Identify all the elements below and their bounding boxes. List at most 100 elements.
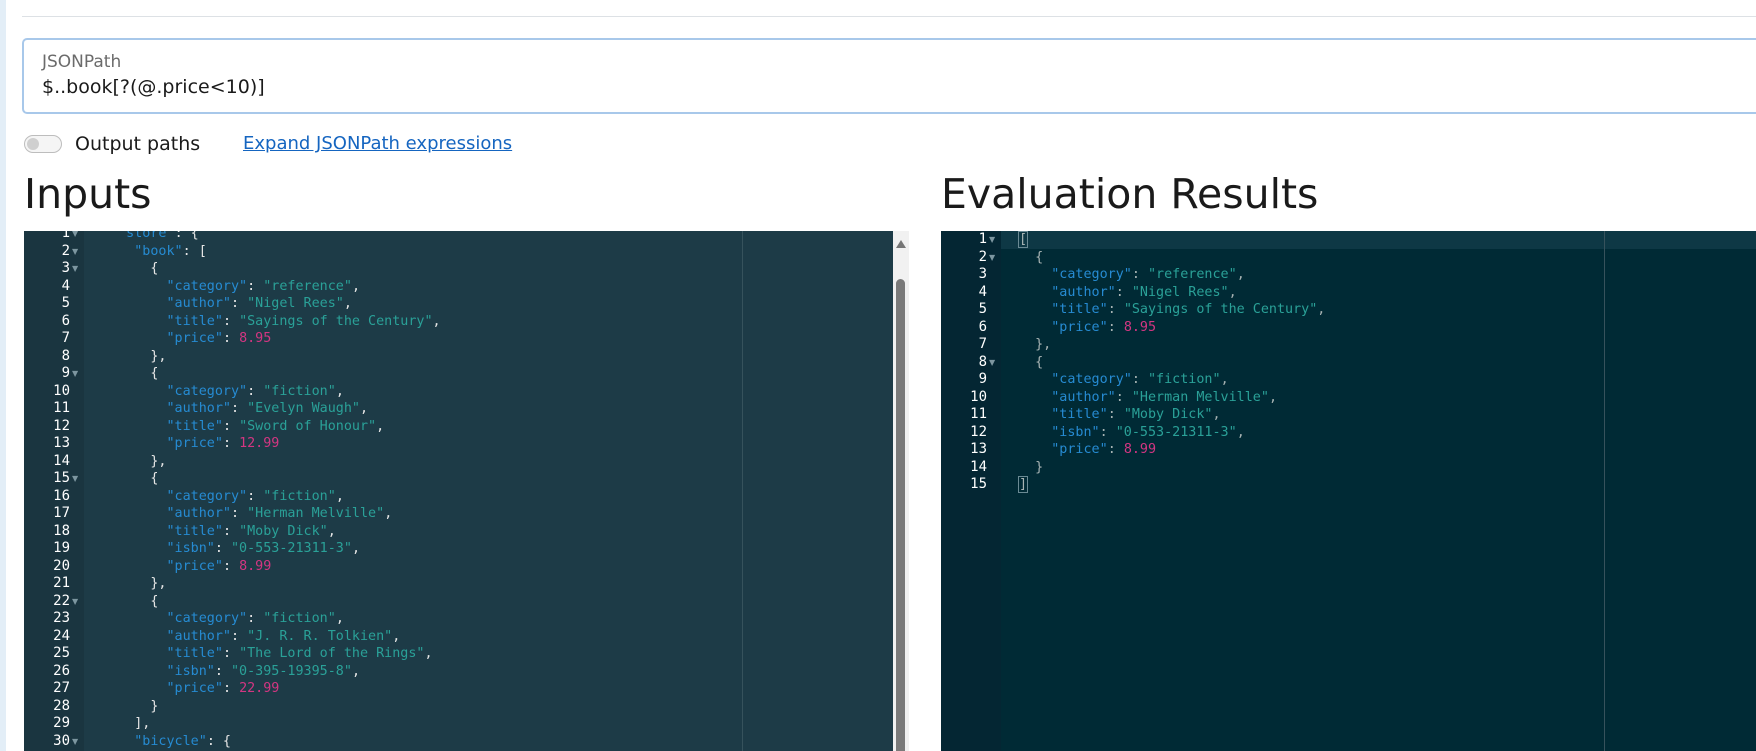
fold-arrow-icon[interactable]: ▼ <box>72 593 82 611</box>
code-line[interactable]: 13 "price": 8.99 <box>941 441 1756 459</box>
code-text: "title": "Sayings of the Century", <box>1019 301 1325 319</box>
expand-jsonpath-link[interactable]: Expand JSONPath expressions <box>243 133 512 154</box>
code-text: "author": "Nigel Rees", <box>1019 284 1236 302</box>
fold-arrow-icon[interactable]: ▼ <box>72 260 82 278</box>
scroll-up-arrow-icon[interactable] <box>896 240 906 248</box>
line-number: 9 <box>61 365 70 381</box>
code-line[interactable]: 18 "title": "Moby Dick", <box>24 523 893 541</box>
code-line[interactable]: 30 ▼ "bicycle": { <box>24 733 893 751</box>
code-line[interactable]: 11 "title": "Moby Dick", <box>941 406 1756 424</box>
line-number: 30 <box>53 732 70 749</box>
code-line[interactable]: 1 ▼ "store": { <box>24 231 893 243</box>
code-line[interactable]: 6 "title": "Sayings of the Century", <box>24 313 893 331</box>
code-line[interactable]: 3 "category": "reference", <box>941 266 1756 284</box>
code-line[interactable]: 15] <box>941 476 1756 494</box>
json-key: "title" <box>166 523 223 539</box>
code-line[interactable]: 5 "author": "Nigel Rees", <box>24 295 893 313</box>
code-text: "author": "J. R. R. Tolkien", <box>102 628 401 646</box>
code-line[interactable]: 12 "title": "Sword of Honour", <box>24 418 893 436</box>
json-key: "isbn" <box>166 663 215 679</box>
code-line[interactable]: 8 }, <box>24 348 893 366</box>
json-punctuation: : <box>222 646 240 661</box>
code-text: "isbn": "0-395-19395-8", <box>102 663 361 681</box>
code-line[interactable]: 2 ▼ "book": [ <box>24 243 893 261</box>
json-punctuation: [ <box>1017 231 1029 248</box>
code-line[interactable]: 20 "price": 8.99 <box>24 558 893 576</box>
json-punctuation <box>102 401 167 416</box>
line-number: 6 <box>61 312 70 329</box>
code-text: { <box>1019 249 1043 267</box>
line-number: 8 <box>61 347 70 364</box>
code-line[interactable]: 19 "isbn": "0-553-21311-3", <box>24 540 893 558</box>
json-punctuation: : <box>222 523 240 539</box>
results-editor[interactable]: 1 ▼[2 ▼ {3 "category": "reference", 4 "auth… <box>941 231 1756 751</box>
code-line[interactable]: 24 "author": "J. R. R. Tolkien", <box>24 628 893 646</box>
fold-arrow-icon[interactable]: ▼ <box>72 365 82 383</box>
json-punctuation: : [ <box>182 243 207 259</box>
code-line[interactable]: 7 "price": 8.95 <box>24 330 893 348</box>
code-line[interactable]: 7 }, <box>941 336 1756 354</box>
code-line[interactable]: 2 ▼ { <box>941 249 1756 267</box>
scrollbar-thumb[interactable] <box>896 279 905 751</box>
json-string: "0-553-21311-3" <box>1115 424 1237 440</box>
code-line[interactable]: 21 }, <box>24 575 893 593</box>
json-key: "author" <box>166 296 232 311</box>
code-line[interactable]: 10 "category": "fiction", <box>24 383 893 401</box>
json-punctuation: : <box>222 313 240 329</box>
output-paths-toggle[interactable] <box>24 135 62 153</box>
code-line[interactable]: 28 } <box>24 698 893 716</box>
json-punctuation: , <box>327 523 336 539</box>
code-line[interactable]: 25 "title": "The Lord of the Rings", <box>24 645 893 663</box>
code-line[interactable]: 9 "category": "fiction", <box>941 371 1756 389</box>
json-key: "category" <box>166 278 248 294</box>
code-line[interactable]: 14 }, <box>24 453 893 471</box>
code-line[interactable]: 22 ▼ { <box>24 593 893 611</box>
code-line[interactable]: 13 "price": 12.99 <box>24 435 893 453</box>
json-punctuation: : <box>214 663 231 679</box>
fold-arrow-icon[interactable]: ▼ <box>72 243 82 261</box>
code-line[interactable]: 23 "category": "fiction", <box>24 610 893 628</box>
fold-arrow-icon[interactable]: ▼ <box>72 231 82 243</box>
fold-arrow-icon[interactable]: ▼ <box>989 354 999 372</box>
code-text: "store": { <box>102 231 199 243</box>
jsonpath-input[interactable] <box>40 74 1744 100</box>
code-line[interactable]: 1 ▼ [ <box>941 231 1756 249</box>
code-line[interactable]: 3 ▼ { <box>24 260 893 278</box>
json-punctuation <box>102 629 167 644</box>
json-punctuation: }, <box>102 348 167 364</box>
code-line[interactable]: 5 "title": "Sayings of the Century", <box>941 301 1756 319</box>
code-line[interactable]: 11 "author": "Evelyn Waugh", <box>24 400 893 418</box>
json-punctuation: : { <box>206 733 231 749</box>
code-line[interactable]: 27 "price": 22.99 <box>24 680 893 698</box>
json-string: "fiction" <box>1148 372 1221 387</box>
code-line[interactable]: 4 "category": "reference", <box>24 278 893 296</box>
code-line[interactable]: 12 "isbn": "0-553-21311-3", <box>941 424 1756 442</box>
code-line[interactable]: 17 "author": "Herman Melville", <box>24 505 893 523</box>
code-line[interactable]: 8 ▼ { <box>941 354 1756 372</box>
code-line[interactable]: 14 } <box>941 459 1756 477</box>
line-number: 12 <box>970 423 987 440</box>
json-punctuation: ] <box>1017 476 1029 493</box>
code-line[interactable]: 9 ▼ { <box>24 365 893 383</box>
line-number: 9 <box>978 371 987 387</box>
line-number: 10 <box>53 382 70 399</box>
code-line[interactable]: 4 "author": "Nigel Rees", <box>941 284 1756 302</box>
json-key: "title" <box>1051 407 1108 422</box>
code-line[interactable]: 29 ], <box>24 715 893 733</box>
fold-arrow-icon[interactable]: ▼ <box>72 733 82 751</box>
code-line[interactable]: 10 "author": "Herman Melville", <box>941 389 1756 407</box>
code-line[interactable]: 15 ▼ { <box>24 470 893 488</box>
top-divider <box>22 16 1756 17</box>
fold-arrow-icon[interactable]: ▼ <box>989 249 999 267</box>
code-line[interactable]: 6 "price": 8.95 <box>941 319 1756 337</box>
fold-arrow-icon[interactable]: ▼ <box>72 470 82 488</box>
jsonpath-field[interactable]: JSONPath <box>22 38 1756 114</box>
json-punctuation <box>102 419 167 434</box>
input-editor[interactable]: 1 ▼ "store": {2 ▼ "book": [3 ▼ {4 "category… <box>24 231 893 751</box>
code-line[interactable]: 16 "category": "fiction", <box>24 488 893 506</box>
code-line[interactable]: 26 "isbn": "0-395-19395-8", <box>24 663 893 681</box>
fold-arrow-icon[interactable]: ▼ <box>989 231 999 249</box>
json-number: 8.95 <box>239 331 272 346</box>
input-scrollbar[interactable] <box>893 231 909 751</box>
json-string: "Herman Melville" <box>1131 389 1269 405</box>
